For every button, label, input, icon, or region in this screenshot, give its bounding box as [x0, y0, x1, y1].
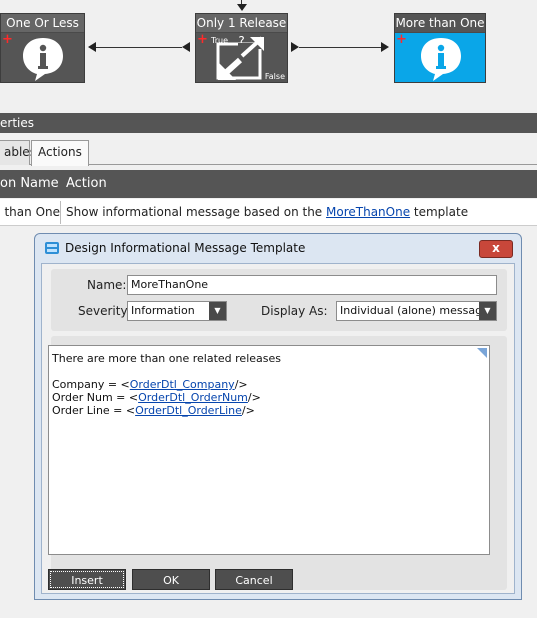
message-template-editor[interactable]: There are more than one related releases…	[48, 345, 490, 555]
connector-arrow-right	[381, 42, 389, 52]
chevron-down-icon[interactable]: ▼	[479, 302, 496, 320]
message-line: There are more than one related releases	[52, 352, 281, 365]
severity-dropdown[interactable]: Information ▼	[127, 301, 227, 321]
design-message-dialog: Design Informational Message Template x …	[34, 233, 522, 600]
tab-variables[interactable]: ables	[0, 140, 36, 165]
resize-corner-icon	[477, 348, 487, 358]
message-line: Order Line = <OrderDtl_OrderLine/>	[52, 404, 255, 417]
field-link-orderline[interactable]: OrderDtl_OrderLine	[135, 404, 242, 417]
cell-divider	[60, 201, 61, 224]
connector-arrow-into-center	[182, 42, 190, 52]
info-icon	[23, 38, 63, 81]
add-icon[interactable]: +	[197, 33, 208, 46]
node-title: More than One	[395, 14, 485, 33]
insert-button[interactable]: Insert	[48, 569, 126, 590]
chevron-down-icon[interactable]: ▼	[209, 302, 226, 320]
workflow-node-more-than-one[interactable]: More than One +	[394, 13, 486, 83]
add-icon[interactable]: +	[396, 33, 407, 46]
ok-button[interactable]: OK	[132, 569, 210, 590]
column-header-action-name[interactable]: on Name	[0, 170, 59, 198]
message-line: Order Num = <OrderDtl_OrderNum/>	[52, 391, 261, 404]
properties-tabs: ables Actions	[0, 134, 537, 166]
severity-value: Information	[131, 304, 195, 317]
field-link-ordernum[interactable]: OrderDtl_OrderNum	[138, 391, 248, 404]
connector-line-left	[96, 47, 182, 48]
cell-action-name: e than One	[0, 205, 60, 219]
display-as-value: Individual (alone) message	[340, 304, 489, 317]
tab-actions[interactable]: Actions	[31, 140, 89, 166]
display-as-label: Display As:	[261, 304, 328, 318]
workflow-canvas: One Or Less + Only 1 Release ? + True Fa…	[0, 0, 537, 107]
dialog-title: Design Informational Message Template	[65, 241, 306, 255]
incoming-arrowhead	[237, 4, 247, 11]
field-link-company[interactable]: OrderDtl_Company	[130, 378, 235, 391]
name-label: Name:	[87, 278, 127, 292]
node-title: Only 1 Release ?	[196, 14, 287, 48]
node-title: One Or Less	[1, 14, 84, 33]
connector-line-right	[299, 47, 381, 48]
display-as-dropdown[interactable]: Individual (alone) message ▼	[336, 301, 497, 321]
properties-header: erties	[0, 113, 537, 133]
info-icon	[421, 38, 461, 81]
workflow-node-only-1-release[interactable]: Only 1 Release ? + True False	[195, 13, 288, 83]
cell-action: Show informational message based on the …	[66, 205, 469, 219]
split-arrows-icon	[216, 36, 264, 81]
message-line: Company = <OrderDtl_Company/>	[52, 378, 248, 391]
table-row[interactable]: e than One Show informational message ba…	[0, 199, 537, 226]
connector-arrow-left	[88, 42, 96, 52]
close-button[interactable]: x	[479, 240, 513, 258]
connector-arrow-out-center	[291, 42, 299, 52]
column-header-action[interactable]: Action	[66, 170, 107, 198]
name-field[interactable]: MoreThanOne	[127, 275, 497, 295]
severity-label: Severity:	[78, 304, 131, 318]
cancel-button[interactable]: Cancel	[215, 569, 293, 590]
template-link[interactable]: MoreThanOne	[326, 205, 410, 219]
workflow-node-one-or-less[interactable]: One Or Less +	[0, 13, 85, 83]
actions-grid-header: on Name Action	[0, 170, 537, 198]
add-icon[interactable]: +	[2, 33, 13, 46]
